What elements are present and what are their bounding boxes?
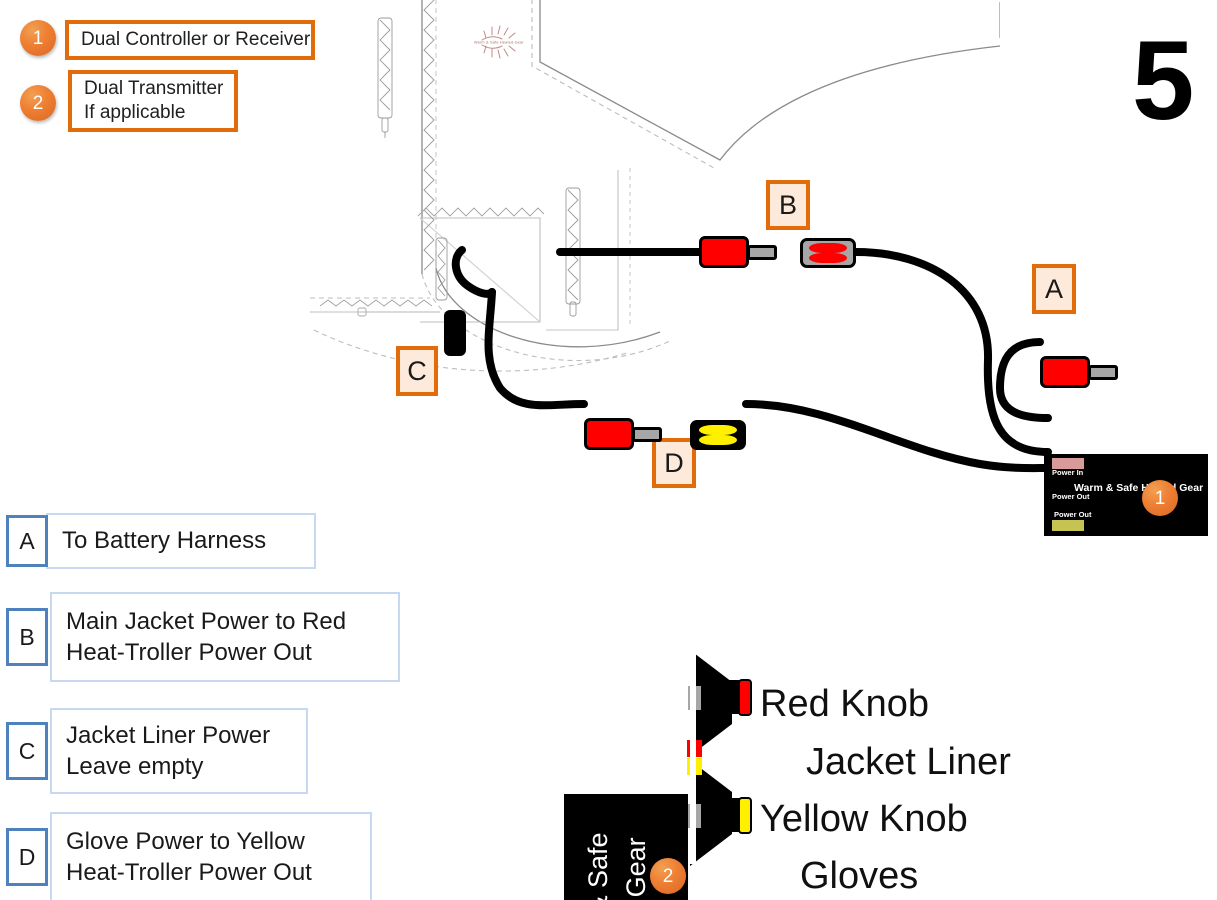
legend-text-c: Jacket Liner Power Leave empty <box>50 708 308 794</box>
legend-line: Heat-Troller Power Out <box>66 859 312 886</box>
legend-key-c: C <box>6 722 48 780</box>
liner-power-cap <box>444 310 466 356</box>
power-out-swatch <box>1052 520 1084 531</box>
legend-text-d: Glove Power to Yellow Heat-Troller Power… <box>50 812 372 900</box>
marker-tile-d-label: D <box>664 447 684 478</box>
legend-line: Jacket Liner Power <box>66 721 271 749</box>
heat-troller-badge-2-label: 2 <box>662 865 674 887</box>
legend-line: Main Jacket Power to Red <box>66 607 347 635</box>
step-number: 5 <box>1132 18 1194 143</box>
marker-tile-a-label: A <box>1044 273 1063 304</box>
marker-tile-c-label: C <box>407 355 427 386</box>
legend-text-a: To Battery Harness <box>46 513 316 569</box>
legend-key-d: D <box>6 828 48 886</box>
marker-tile-d: D <box>652 438 696 488</box>
callout-badge-1-label: 1 <box>32 27 44 49</box>
jacket-brand-logo: Warm & Safe Heated Gear <box>470 22 530 62</box>
heat-troller-badge-2: 2 <box>650 858 686 894</box>
heat-troller-brand-line-1: Warm & Safe <box>583 806 613 900</box>
caption-jacket-liner: Jacket Liner <box>806 741 1011 783</box>
controller-badge-1-label: 1 <box>1154 487 1166 509</box>
heat-troller-brand-line-2: Heated Gear <box>621 806 651 900</box>
caption-red-knob: Red Knob <box>760 683 930 725</box>
callout-badge-2: 2 <box>20 85 56 121</box>
heat-troller-divider <box>690 650 696 864</box>
legend-line: Glove Power to Yellow <box>66 827 305 855</box>
legend-text-b: Main Jacket Power to Red Heat-Troller Po… <box>50 592 400 682</box>
controller-port-power-out-1: Power Out <box>1052 492 1090 501</box>
connector-b-red-coupler <box>800 238 856 268</box>
callout-badge-2-label: 2 <box>32 92 44 114</box>
legend-key-a: A <box>6 515 48 567</box>
legend-key-d-label: D <box>18 843 36 870</box>
controller-port-power-out-2: Power Out <box>1054 510 1092 519</box>
diagram-page: Warm & Safe Heated Gear 1 Dual Controlle… <box>0 0 1217 900</box>
marker-tile-c: C <box>396 346 438 396</box>
legend-line: Heat-Troller Power Out <box>66 639 312 666</box>
legend-key-a-label: A <box>19 527 35 554</box>
legend-line: To Battery Harness <box>62 527 267 555</box>
legend-line: Leave empty <box>66 753 204 780</box>
legend-key-c-label: C <box>18 737 36 764</box>
yellow-knob-cap[interactable] <box>738 797 752 834</box>
red-knob-cap[interactable] <box>738 679 752 716</box>
caption-yellow-knob: Yellow Knob <box>760 798 968 840</box>
jacket-logo-text: Warm & Safe Heated Gear <box>474 41 524 45</box>
marker-tile-b-label: B <box>778 189 797 220</box>
marker-tile-a: A <box>1032 264 1076 314</box>
legend-key-b-label: B <box>19 623 35 650</box>
callout-badge-1: 1 <box>20 20 56 56</box>
callout-line: If applicable <box>84 102 186 123</box>
callout-line: Dual Transmitter <box>84 77 224 99</box>
connector-d-yellow-coupler <box>690 420 746 450</box>
jacket-outline-illustration <box>310 0 1000 372</box>
controller-port-power-in: Power In <box>1052 468 1084 477</box>
legend-key-b: B <box>6 608 48 666</box>
marker-tile-b: B <box>766 180 810 230</box>
callout-box-dual-controller: Dual Controller or Receiver <box>65 20 315 60</box>
callout-box-dual-transmitter: Dual Transmitter If applicable <box>68 70 238 132</box>
controller-box: Power In Warm & Safe Heated Gear Power O… <box>1044 454 1208 536</box>
caption-gloves: Gloves <box>800 855 919 897</box>
controller-title: Warm & Safe Heated Gear <box>1074 482 1204 494</box>
controller-badge-1: 1 <box>1142 480 1178 516</box>
callout-line: Dual Controller or Receiver <box>81 28 311 50</box>
